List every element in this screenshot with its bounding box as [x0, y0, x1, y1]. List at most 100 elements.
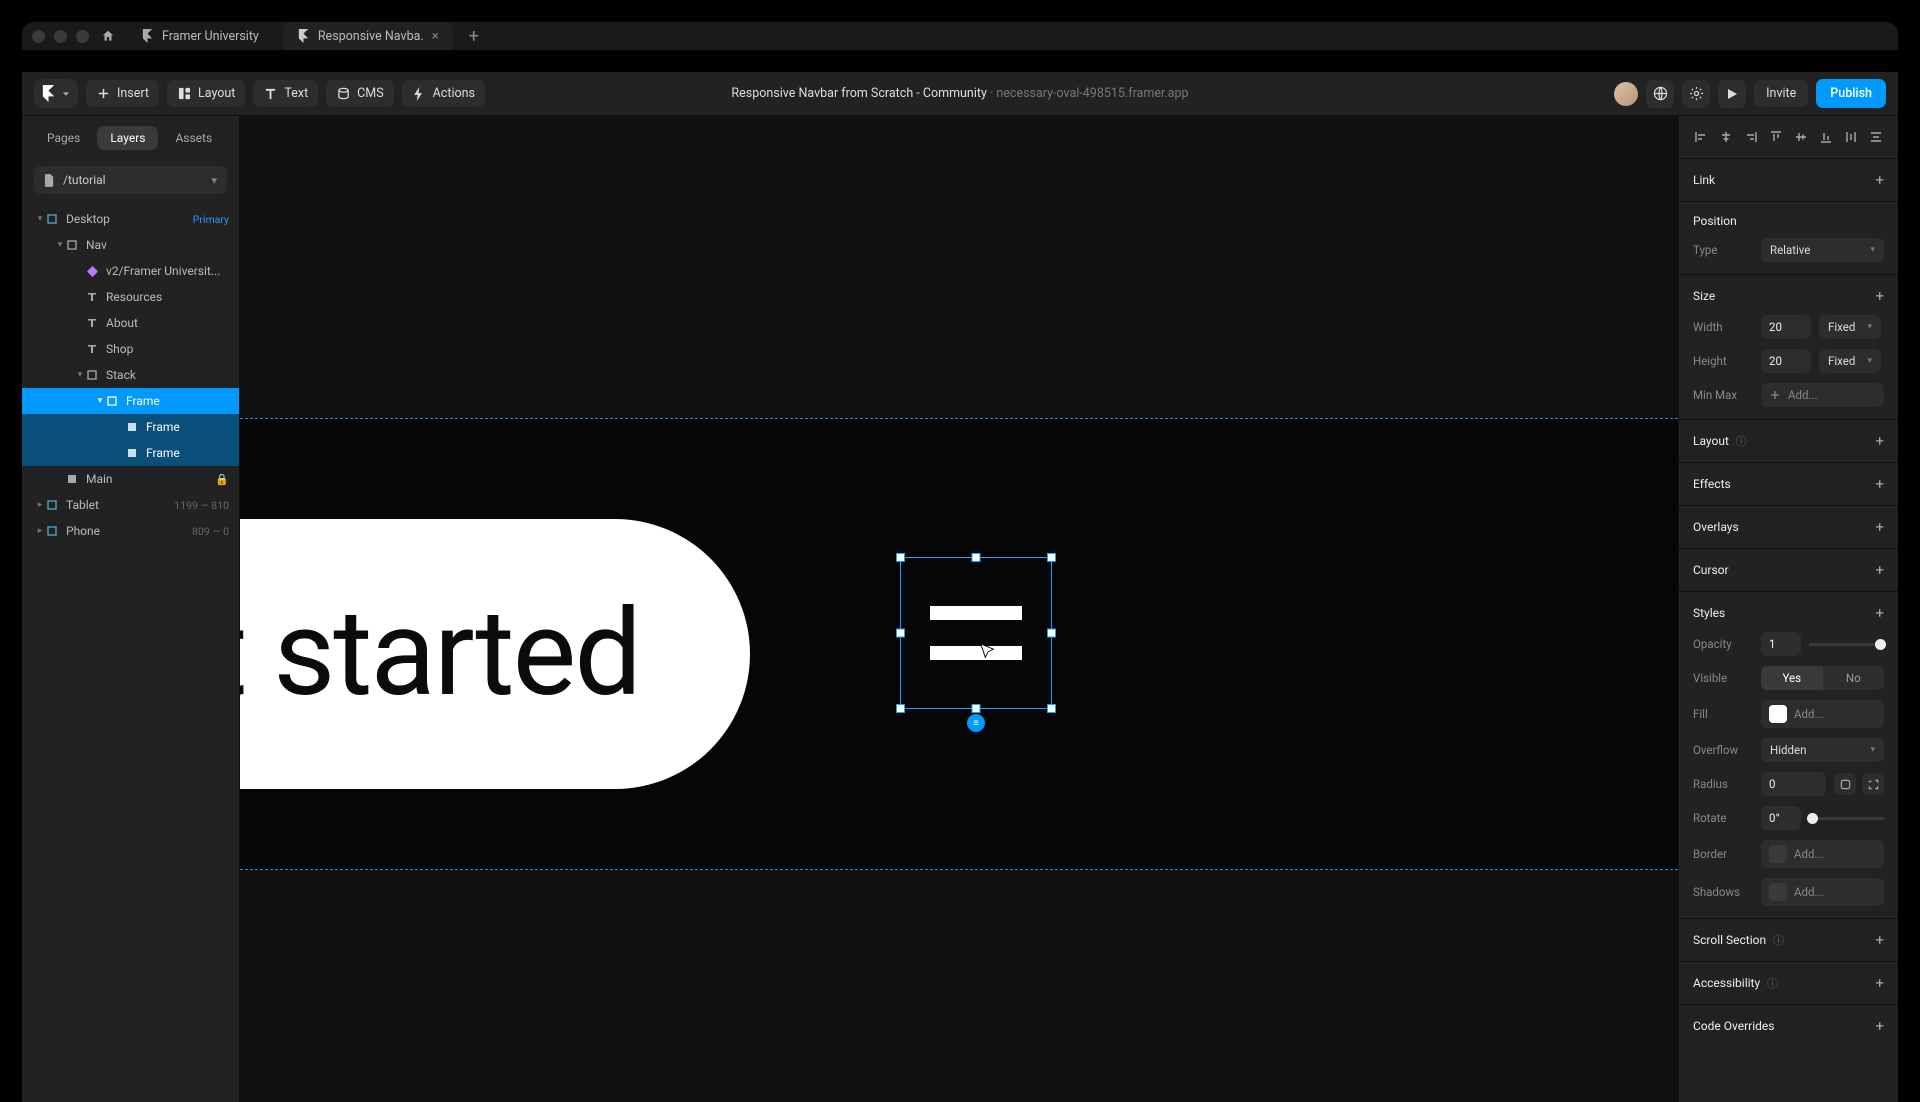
add-size-button[interactable]: +	[1875, 287, 1884, 305]
radius-all-button[interactable]	[1834, 773, 1856, 795]
tree-about[interactable]: About	[22, 310, 239, 336]
stack-badge-icon[interactable]: ≡	[967, 714, 985, 732]
tree-component[interactable]: v2/Framer Universit...	[22, 258, 239, 284]
globe-button[interactable]	[1646, 80, 1674, 108]
home-tab[interactable]	[99, 27, 117, 45]
opacity-input[interactable]: 1	[1761, 632, 1801, 656]
tree-frame-child2[interactable]: Frame	[22, 440, 239, 466]
toolbar: Insert Layout Text CMS Actions Responsiv…	[22, 72, 1898, 116]
styles-section: Styles+ Opacity 1 Visible Yes No Fill	[1679, 592, 1898, 919]
resize-handle[interactable]	[896, 704, 905, 713]
tree-nav[interactable]: ▾ Nav	[22, 232, 239, 258]
component-icon	[86, 265, 98, 277]
invite-button[interactable]: Invite	[1754, 80, 1808, 107]
position-type-select[interactable]: Relative▾	[1761, 238, 1884, 262]
rotate-slider[interactable]	[1809, 817, 1884, 820]
visible-toggle[interactable]: Yes No	[1761, 666, 1884, 690]
overflow-select[interactable]: Hidden▾	[1761, 738, 1884, 762]
align-top-icon[interactable]	[1768, 128, 1785, 146]
traffic-max[interactable]	[76, 30, 89, 43]
opacity-slider[interactable]	[1809, 643, 1884, 646]
resize-handle[interactable]	[896, 553, 905, 562]
add-a11y-button[interactable]: +	[1875, 974, 1884, 992]
height-input[interactable]: 20	[1761, 349, 1811, 373]
play-button[interactable]	[1718, 80, 1746, 108]
add-effects-button[interactable]: +	[1875, 475, 1884, 493]
tree-resources[interactable]: Resources	[22, 284, 239, 310]
width-input[interactable]: 20	[1761, 315, 1811, 339]
tab-pages[interactable]: Pages	[34, 126, 93, 150]
align-right-icon[interactable]	[1743, 128, 1760, 146]
settings-button[interactable]	[1682, 80, 1710, 108]
selection-box[interactable]: ≡	[900, 557, 1052, 709]
tree-frame-selected[interactable]: ▾ Frame	[22, 388, 239, 414]
text-button[interactable]: Text	[253, 80, 318, 107]
add-overlays-button[interactable]: +	[1875, 518, 1884, 536]
rotate-input[interactable]: 0°	[1761, 806, 1801, 830]
align-vcenter-icon[interactable]	[1793, 128, 1810, 146]
alignment-row	[1679, 116, 1898, 159]
cms-button[interactable]: CMS	[326, 80, 393, 107]
add-code-button[interactable]: +	[1875, 1017, 1884, 1035]
overlays-section: Overlays+	[1679, 506, 1898, 549]
add-layout-button[interactable]: +	[1875, 432, 1884, 450]
add-styles-button[interactable]: +	[1875, 604, 1884, 622]
tree-frame-child1[interactable]: Frame	[22, 414, 239, 440]
toolbar-left: Insert Layout Text CMS Actions	[34, 79, 485, 108]
new-tab-button[interactable]: +	[463, 26, 485, 47]
align-bottom-icon[interactable]	[1817, 128, 1834, 146]
framer-menu-button[interactable]	[34, 79, 78, 108]
layout-section: Layout ⓘ+	[1679, 420, 1898, 463]
tab-assets[interactable]: Assets	[162, 126, 225, 150]
browser-tab-2[interactable]: Responsive Navba. ×	[283, 22, 453, 50]
resize-handle[interactable]	[1047, 704, 1056, 713]
add-scroll-button[interactable]: +	[1875, 931, 1884, 949]
resize-handle[interactable]	[896, 629, 905, 638]
page-selector[interactable]: /tutorial ▾	[34, 166, 227, 194]
frame-icon	[46, 213, 58, 225]
expand-icon	[1769, 389, 1781, 401]
radius-per-corner-button[interactable]	[1862, 773, 1884, 795]
layout-button[interactable]: Layout	[167, 80, 245, 107]
tree-shop[interactable]: Shop	[22, 336, 239, 362]
distribute-h-icon[interactable]	[1842, 128, 1859, 146]
resize-handle[interactable]	[972, 704, 981, 713]
close-icon[interactable]: ×	[432, 29, 439, 44]
align-left-icon[interactable]	[1693, 128, 1710, 146]
border-add-button[interactable]: Add...	[1761, 840, 1884, 868]
traffic-min[interactable]	[54, 30, 67, 43]
effects-section: Effects+	[1679, 463, 1898, 506]
avatar[interactable]	[1614, 82, 1638, 106]
radius-input[interactable]: 0	[1761, 772, 1826, 796]
tree-desktop[interactable]: ▾ Desktop Primary	[22, 206, 239, 232]
page-icon	[44, 174, 55, 187]
button-pill: t started	[240, 519, 750, 789]
add-cursor-button[interactable]: +	[1875, 561, 1884, 579]
actions-button[interactable]: Actions	[402, 80, 485, 107]
height-mode-select[interactable]: Fixed▾	[1819, 349, 1881, 373]
fill-add-button[interactable]: Add...	[1761, 700, 1884, 728]
shadows-add-button[interactable]: Add...	[1761, 878, 1884, 906]
artboard: t started ≡	[240, 418, 1678, 870]
resize-handle[interactable]	[1047, 553, 1056, 562]
tab-layers[interactable]: Layers	[97, 126, 158, 150]
tree-stack[interactable]: ▾ Stack	[22, 362, 239, 388]
browser-tab-1[interactable]: Framer University	[127, 22, 273, 50]
text-icon	[263, 87, 277, 101]
layer-tree: ▾ Desktop Primary ▾ Nav v2/Framer Univer…	[22, 206, 239, 544]
minmax-add-button[interactable]: Add...	[1761, 383, 1884, 407]
insert-button[interactable]: Insert	[86, 80, 159, 107]
distribute-v-icon[interactable]	[1867, 128, 1884, 146]
info-icon: ⓘ	[1770, 934, 1784, 947]
width-mode-select[interactable]: Fixed▾	[1819, 315, 1881, 339]
align-hcenter-icon[interactable]	[1718, 128, 1735, 146]
resize-handle[interactable]	[1047, 629, 1056, 638]
tree-phone[interactable]: ▸ Phone 809 — 0	[22, 518, 239, 544]
tree-tablet[interactable]: ▸ Tablet 1199 — 810	[22, 492, 239, 518]
tree-main[interactable]: Main 🔒	[22, 466, 239, 492]
publish-button[interactable]: Publish	[1816, 79, 1886, 108]
traffic-close[interactable]	[32, 30, 45, 43]
resize-handle[interactable]	[972, 553, 981, 562]
canvas[interactable]: t started ≡	[240, 116, 1678, 1102]
add-link-button[interactable]: +	[1875, 171, 1884, 189]
